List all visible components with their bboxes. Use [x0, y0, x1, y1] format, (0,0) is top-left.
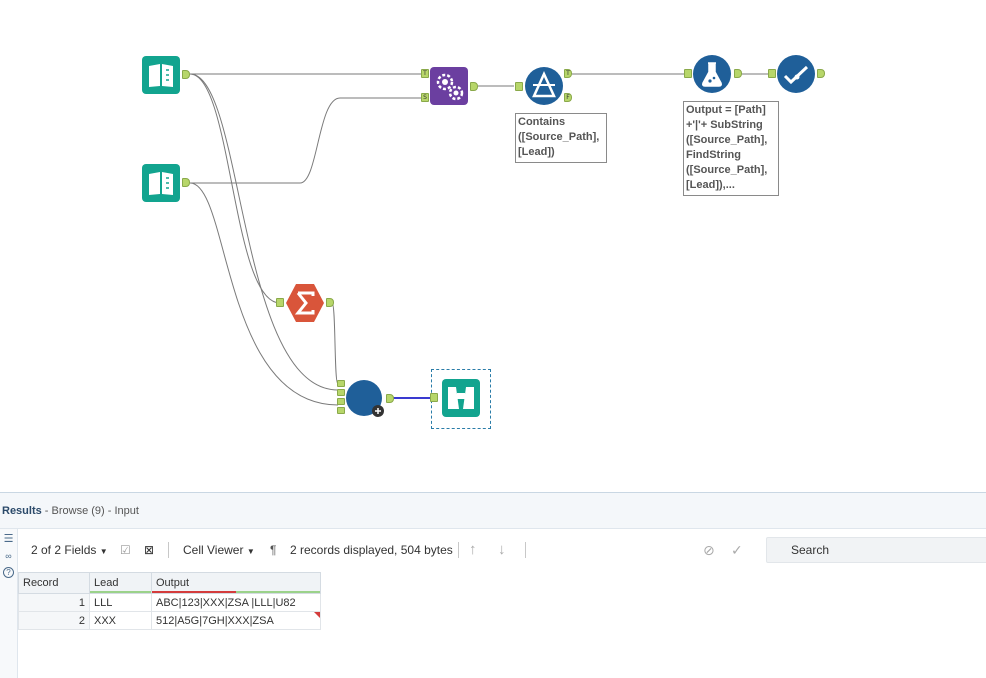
select-tool[interactable]	[777, 55, 815, 93]
union-icon	[346, 380, 384, 417]
output-anchor[interactable]	[182, 178, 190, 187]
gears-icon	[430, 67, 468, 105]
records-info: 2 records displayed, 504 bytes	[290, 543, 453, 557]
formula-tool[interactable]	[693, 55, 731, 93]
close-box-icon[interactable]: ⊠	[144, 542, 154, 558]
truncation-marker-icon	[314, 612, 320, 618]
summarize-tool[interactable]	[286, 284, 324, 322]
output-anchor[interactable]	[734, 69, 742, 78]
input-data-tool-2[interactable]	[142, 164, 180, 202]
input-anchor-source[interactable]: S	[421, 93, 429, 102]
formula-annotation: Output = [Path] +'|'+ SubString ([Source…	[683, 101, 779, 196]
caret-down-icon: ▼	[246, 547, 255, 556]
cell-lead[interactable]: LLL	[89, 593, 152, 612]
results-header: Results - Browse (9) - Input	[0, 493, 986, 529]
results-grid[interactable]: Record Lead Output 1 LLL ABC|123|XXX|ZSA…	[18, 572, 321, 630]
input-anchor-4[interactable]	[337, 407, 345, 414]
wire-summarize-join	[331, 302, 339, 385]
check-icon	[777, 55, 815, 93]
checkbox-icon[interactable]: ☑	[120, 542, 131, 558]
results-toolbar: 2 of 2 Fields ▼ ☑ ⊠ Cell Viewer ▼ ¶ 2 re…	[18, 529, 986, 571]
filter-tool[interactable]	[525, 67, 563, 105]
cell-record: 1	[18, 593, 90, 612]
flask-icon	[693, 55, 731, 93]
wire-input1-summarize	[189, 73, 281, 304]
output-anchor-false[interactable]: F	[564, 93, 572, 102]
table-row[interactable]: 2 XXX 512|A5G|7GH|XXX|ZSA	[18, 611, 321, 630]
data-table: Record Lead Output 1 LLL ABC|123|XXX|ZSA…	[18, 572, 321, 630]
output-anchor[interactable]	[470, 82, 478, 91]
output-anchor[interactable]	[182, 70, 190, 79]
output-anchor[interactable]	[386, 394, 394, 403]
input-anchor[interactable]	[430, 393, 438, 402]
pilcrow-icon[interactable]: ¶	[270, 542, 276, 558]
book-icon	[142, 56, 180, 94]
input-anchor-2[interactable]	[337, 389, 345, 396]
binoculars-icon[interactable]: ∞	[2, 550, 15, 563]
arrow-up-icon[interactable]: ↑	[469, 542, 477, 558]
workflow-canvas[interactable]: T S T F Contains ([Source_Path], [Lead])	[0, 0, 986, 492]
app-window: T S T F Contains ([Source_Path], [Lead])	[0, 0, 986, 678]
column-header-record[interactable]: Record	[18, 572, 90, 594]
output-anchor[interactable]	[326, 298, 334, 307]
union-tool[interactable]	[346, 380, 384, 418]
input-anchor-1[interactable]	[337, 380, 345, 387]
dynamic-replace-tool[interactable]	[430, 67, 468, 105]
input-anchor[interactable]	[515, 82, 523, 91]
search-input[interactable]: Search	[766, 537, 986, 563]
column-header-output[interactable]: Output	[151, 572, 321, 594]
input-anchor-true[interactable]: T	[421, 69, 429, 78]
results-subtitle: - Browse (9) - Input	[41, 505, 139, 517]
column-header-lead[interactable]: Lead	[89, 572, 152, 594]
separator	[458, 542, 459, 558]
caret-down-icon: ▼	[99, 547, 108, 556]
cancel-icon[interactable]: ⊘	[703, 542, 715, 558]
cell-output[interactable]: 512|A5G|7GH|XXX|ZSA	[151, 611, 321, 630]
filter-icon	[525, 67, 563, 105]
results-panel: Results - Browse (9) - Input ☰ ∞ ? 2 of …	[0, 492, 986, 678]
binoculars-icon	[442, 379, 480, 417]
table-row[interactable]: 1 LLL ABC|123|XXX|ZSA |LLL|U82	[18, 593, 321, 612]
output-anchor-true[interactable]: T	[564, 69, 572, 78]
wire-input1-join	[189, 73, 339, 391]
output-anchor[interactable]	[817, 69, 825, 78]
checkmark-icon[interactable]: ✓	[731, 542, 743, 558]
filter-annotation: Contains ([Source_Path], [Lead])	[515, 113, 607, 163]
book-icon	[142, 164, 180, 202]
cell-record: 2	[18, 611, 90, 630]
input-anchor[interactable]	[276, 298, 284, 307]
input-anchor-3[interactable]	[337, 398, 345, 405]
results-sidebar: ☰ ∞ ?	[0, 529, 18, 678]
cell-viewer-dropdown[interactable]: Cell Viewer ▼	[183, 542, 255, 560]
help-icon[interactable]: ?	[3, 567, 14, 578]
separator	[525, 542, 526, 558]
input-anchor[interactable]	[684, 69, 692, 78]
browse-tool[interactable]	[442, 379, 480, 417]
wire-input2-dynamic	[190, 97, 422, 184]
arrow-down-icon[interactable]: ↓	[498, 542, 506, 558]
input-anchor[interactable]	[768, 69, 776, 78]
list-icon[interactable]: ☰	[2, 533, 15, 546]
separator	[168, 542, 169, 558]
results-title: Results	[2, 505, 42, 517]
fields-dropdown[interactable]: 2 of 2 Fields ▼	[31, 542, 108, 560]
cell-output[interactable]: ABC|123|XXX|ZSA |LLL|U82	[151, 593, 321, 612]
cell-lead[interactable]: XXX	[89, 611, 152, 630]
input-data-tool-1[interactable]	[142, 56, 180, 94]
sigma-icon	[286, 284, 324, 322]
